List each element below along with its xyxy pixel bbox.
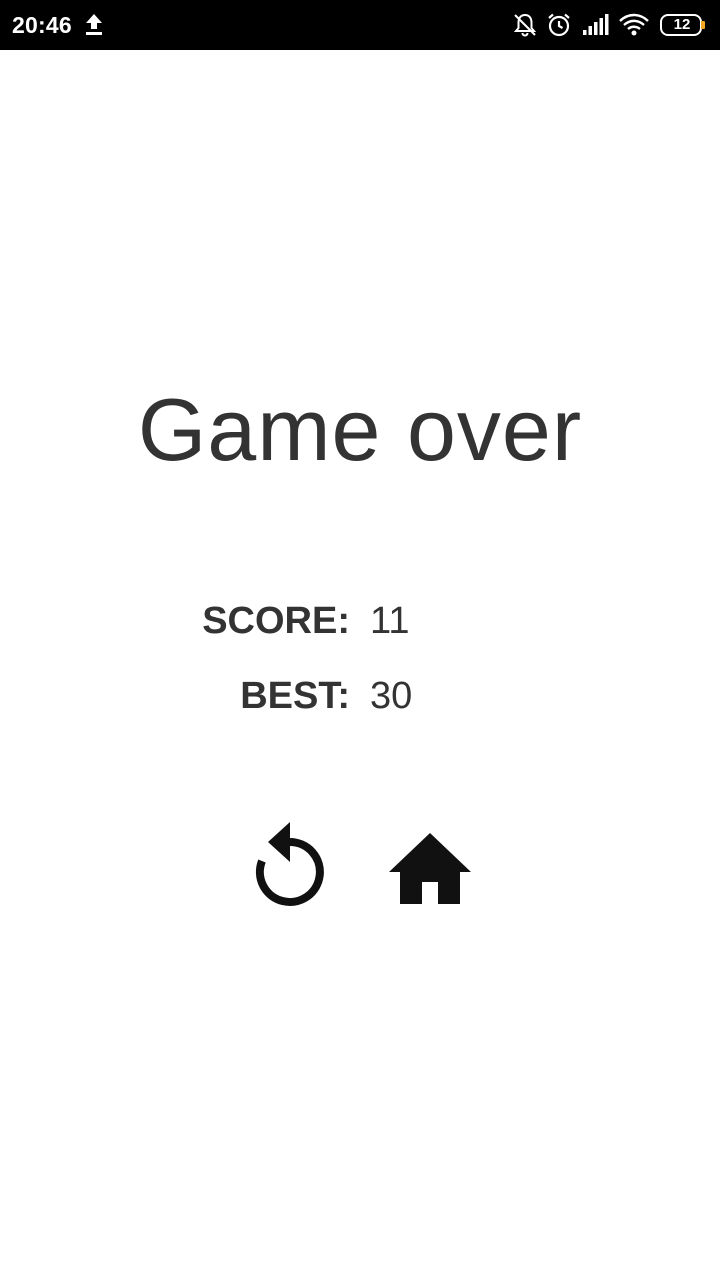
- home-button[interactable]: [386, 830, 474, 908]
- game-over-screen: Game over SCORE: 11 BEST: 30: [0, 50, 720, 1280]
- battery-icon: 12: [660, 14, 706, 36]
- replay-icon: [255, 822, 324, 906]
- score-value: 11: [370, 600, 410, 642]
- replay-button[interactable]: [248, 820, 332, 912]
- status-bar: 20:46 12: [0, 0, 720, 50]
- status-time: 20:46: [12, 12, 72, 38]
- best-label: BEST:: [240, 675, 350, 717]
- score-label: SCORE:: [202, 600, 350, 642]
- muted-bell-icon: [512, 12, 538, 43]
- signal-icon: [582, 13, 610, 42]
- game-over-title: Game over: [137, 380, 583, 479]
- upload-icon: [82, 12, 106, 43]
- home-icon: [389, 833, 471, 904]
- alarm-icon: [546, 12, 572, 43]
- battery-level: 12: [673, 16, 691, 33]
- best-value: 30: [370, 675, 413, 717]
- wifi-icon: [618, 12, 650, 43]
